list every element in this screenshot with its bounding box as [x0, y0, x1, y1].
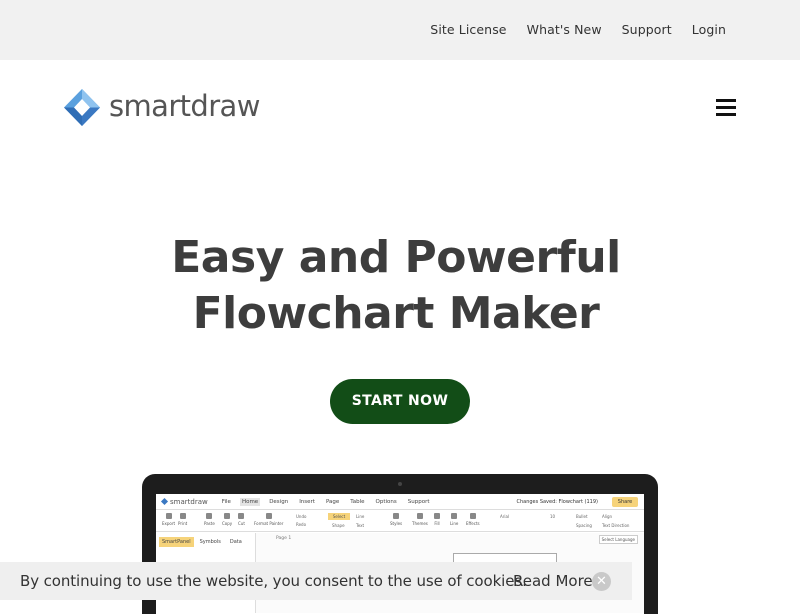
- app-share-button: Share: [612, 497, 638, 507]
- ribbon-shape: Shape: [332, 523, 345, 528]
- headline-line-1: Easy and Powerful: [171, 232, 621, 283]
- cookie-message: By continuing to use the website, you co…: [20, 572, 527, 590]
- app-menu-table: Table: [350, 498, 365, 505]
- app-panel-tabs: SmartPanel Symbols Data: [156, 533, 255, 551]
- ribbon-effects: Effects: [466, 513, 480, 526]
- app-brand: smartdraw: [170, 497, 208, 506]
- hero-headline: Easy and Powerful Flowchart Maker: [0, 230, 792, 342]
- app-menu-options: Options: [375, 498, 397, 505]
- ribbon-spacing: Spacing: [576, 523, 592, 528]
- ribbon-themes: Themes: [412, 513, 428, 526]
- whats-new-link[interactable]: What's New: [527, 22, 602, 37]
- brand-wordmark: smartdraw: [109, 89, 260, 123]
- app-logo: smartdraw: [160, 497, 208, 506]
- app-menu-design: Design: [269, 498, 289, 505]
- ribbon-line: Line: [356, 514, 365, 519]
- ribbon-styles: Styles: [390, 513, 402, 526]
- app-menu-insert: Insert: [299, 498, 315, 505]
- ribbon-font: Arial: [500, 514, 510, 519]
- ribbon-select: Select: [328, 513, 350, 520]
- panel-tab-smartpanel: SmartPanel: [159, 537, 194, 547]
- app-menu-page: Page: [325, 498, 340, 505]
- app-logo-icon: [160, 497, 169, 506]
- app-menu-home: Home: [239, 497, 261, 506]
- ribbon-export: Export: [162, 513, 175, 526]
- ribbon-undo: Undo: [296, 514, 307, 519]
- ribbon-text: Text: [356, 523, 365, 528]
- hamburger-menu-icon[interactable]: [716, 99, 736, 117]
- app-page-tab: Page 1: [276, 536, 292, 541]
- panel-tab-data: Data: [229, 539, 242, 545]
- app-menu-support: Support: [407, 498, 430, 505]
- ribbon-format-painter: Format Painter: [254, 513, 283, 526]
- webcam-dot: [398, 482, 402, 486]
- app-saved-status: Changes Saved: Flowchart (119): [516, 499, 598, 505]
- ribbon-line-style: Line: [450, 513, 458, 526]
- ribbon-paste: Paste: [204, 513, 215, 526]
- read-more-link[interactable]: Read More: [513, 572, 593, 590]
- ribbon-bullet: Bullet: [576, 514, 588, 519]
- ribbon-print: Print: [178, 513, 187, 526]
- support-link[interactable]: Support: [622, 22, 672, 37]
- site-license-link[interactable]: Site License: [430, 22, 506, 37]
- app-ribbon: Export Print Paste Copy Cut Format Paint…: [156, 510, 644, 532]
- utility-links: Site License What's New Support Login: [430, 22, 726, 37]
- headline-line-2: Flowchart Maker: [192, 288, 600, 339]
- login-link[interactable]: Login: [692, 22, 726, 37]
- ribbon-copy: Copy: [222, 513, 232, 526]
- ribbon-font-size: 10: [550, 514, 556, 519]
- ribbon-cut: Cut: [238, 513, 245, 526]
- cookie-banner: By continuing to use the website, you co…: [0, 562, 632, 600]
- top-utility-bar: Site License What's New Support Login: [0, 0, 800, 60]
- panel-tab-symbols: Symbols: [199, 539, 221, 545]
- brand-logo[interactable]: smartdraw: [64, 89, 260, 126]
- app-menubar: smartdraw File Home Design Insert Page T…: [156, 494, 644, 510]
- ribbon-fill: Fill: [434, 513, 440, 526]
- close-icon[interactable]: ✕: [592, 572, 611, 591]
- app-menu-file: File: [221, 498, 231, 505]
- ribbon-align: Align: [602, 514, 613, 519]
- ribbon-text-direction: Text Direction: [602, 523, 630, 528]
- smartdraw-logo-icon: [64, 89, 100, 126]
- app-language-select: Select Language: [598, 535, 638, 544]
- start-now-button[interactable]: START NOW: [330, 379, 470, 424]
- ribbon-redo: Redo: [296, 522, 307, 527]
